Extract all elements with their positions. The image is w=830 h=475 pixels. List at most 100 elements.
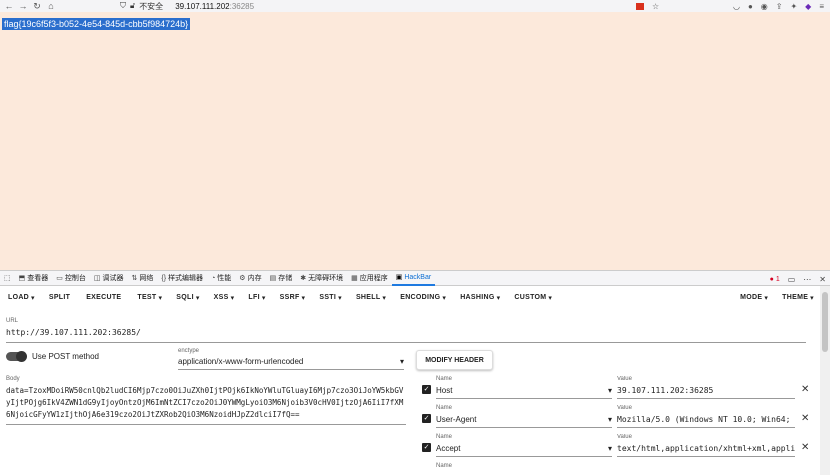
header-name-label: Name [436,463,453,469]
menu-icon[interactable]: ≡ [819,2,824,11]
remove-header-icon[interactable]: ✕ [801,384,809,395]
url-label: URL [6,318,19,324]
modify-header-button[interactable]: MODIFY HEADER [416,350,493,370]
tab-label: 应用程序 [359,275,388,282]
checkbox-icon[interactable]: ✓ [422,443,431,452]
dropdown-arrow-icon: ▾ [496,295,501,302]
tab-label: 无障碍环境 [308,275,344,282]
dropdown-arrow-icon: ▾ [399,357,404,366]
tab-label: 性能 [217,275,232,282]
lock-warning-icon[interactable]: 🔓︎ [130,1,135,11]
scrollbar[interactable] [820,286,830,475]
menu-split[interactable]: SPLIT [41,294,78,302]
header-name-select[interactable]: Name Host ▾ [436,376,612,399]
pick-element-icon[interactable]: ⬚ [0,270,15,286]
hackbar-menu: LOAD ▾ SPLIT EXECUTE TEST ▾ SQLI ▾ XSS ▾ LFI ▾… [0,286,820,310]
tab-label: 网络 [139,275,154,282]
menu-execute[interactable]: EXECUTE [78,294,129,302]
close-devtools-icon[interactable]: ✕ [819,275,826,284]
more-options-icon[interactable]: ⋯ [803,275,811,284]
header-name-select[interactable]: Name [436,463,612,469]
scrollbar-thumb[interactable] [822,292,828,352]
dropdown-arrow-icon: ▾ [382,295,387,302]
header-name-label: Name [436,376,453,382]
dropdown-arrow-icon: ▾ [261,295,266,302]
tab-application[interactable]: ▦ 应用程序 [347,270,392,286]
header-value-label: Value [617,434,632,440]
enctype-select[interactable]: enctype application/x-www-form-urlencode… [178,348,404,370]
security-label: 不安全 [139,1,164,11]
post-method-toggle[interactable] [6,351,27,362]
storage-icon: ▤ [269,275,277,282]
body-field[interactable]: Body data=TzoxMDoiRW50cnlQb2ludCI6Mjp7cz… [6,376,406,425]
body-label: Body [6,376,20,382]
tab-hackbar[interactable]: ▣ HackBar [391,270,436,286]
devtools-tabbar: ⬚ ⬒ 查看器 ▭ 控制台 ◫ 调试器 ⇅ 网络 {} 样式编辑器 ◔ 性能 ⚙ 内存 ▤ 存储… [0,270,830,286]
dropdown-arrow-icon: ▾ [31,295,35,302]
header-name-select[interactable]: Name User-Agent ▾ [436,405,612,428]
dropdown-arrow-icon: ▾ [810,295,814,302]
url-input[interactable]: http://39.107.111.202:36285/ [6,328,806,337]
tab-network[interactable]: ⇅ 网络 [128,270,158,286]
dock-icon[interactable]: ▭ [788,275,796,284]
body-textarea[interactable]: data=TzoxMDoiRW50cnlQb2ludCI6Mjp7czo0OiJ… [6,385,406,421]
address-bar[interactable]: ⛉ 🔓︎ 不安全 39.107.111.202:36285 [120,0,254,12]
home-icon[interactable]: ⌂ [44,0,58,12]
puzzle-icon[interactable]: ✦ [790,2,797,11]
header-value: Mozilla/5.0 (Windows NT 10.0; Win64; x64… [617,415,795,428]
account-icon[interactable]: ◉ [761,2,768,11]
menu-encoding[interactable]: ENCODING [392,294,448,302]
dropdown-arrow-icon: ▾ [607,444,612,453]
console-icon: ▭ [56,275,63,282]
purple-extension-icon[interactable]: ◆ [805,2,811,11]
header-name-label: Name [436,405,453,411]
tab-memory[interactable]: ⚙ 内存 [235,270,265,286]
header-value-input[interactable]: Value 39.107.111.202:36285 [617,376,795,399]
back-arrow-icon[interactable]: ← [2,0,16,12]
debugger-icon: ◫ [93,275,101,282]
url-underline [6,342,806,343]
network-icon: ⇅ [131,275,138,282]
dropdown-arrow-icon: ▾ [338,295,342,302]
checkbox-icon[interactable]: ✓ [422,385,431,394]
menu-hashing[interactable]: HASHING [452,294,502,302]
share-icon[interactable]: ⇪ [776,2,783,11]
tab-inspector[interactable]: ⬒ 查看器 [15,270,53,286]
tab-style-editor[interactable]: {} 样式编辑器 [157,270,207,286]
checkbox-icon[interactable]: ✓ [422,414,431,423]
dropdown-arrow-icon: ▾ [195,295,200,302]
pocket-icon[interactable]: ◡ [733,2,740,11]
performance-icon: ◔ [211,274,216,282]
page-content: flag{19c6f5f3-b052-4e54-845d-cbb5f984724… [0,12,830,270]
error-badge[interactable]: ● 1 [770,276,780,283]
url-field[interactable]: URL http://39.107.111.202:36285/ [6,318,806,343]
tab-console[interactable]: ▭ 控制台 [52,270,90,286]
menu-custom[interactable]: CUSTOM [506,294,554,302]
header-value-input[interactable]: Value text/html,application/xhtml+xml,ap… [617,434,795,457]
extension-icon[interactable]: ● [748,2,753,11]
hackbar-icon: ▣ [395,274,403,281]
extension-red-icon[interactable] [636,3,644,10]
bookmark-star-icon[interactable]: ☆ [652,2,659,11]
tab-accessibility[interactable]: ✱ 无障碍环境 [296,270,347,286]
remove-header-icon[interactable]: ✕ [801,442,809,453]
remove-header-icon[interactable]: ✕ [801,413,809,424]
header-row: ✓ Name User-Agent ▾ Value Mozilla/5.0 (Wi… [420,405,820,434]
dropdown-arrow-icon: ▾ [158,295,163,302]
tab-debugger[interactable]: ◫ 调试器 [90,270,128,286]
shield-icon[interactable]: ⛉ [120,1,126,11]
browser-toolbar: ← → ↻ ⌂ ⛉ 🔓︎ 不安全 39.107.111.202:36285 ☆ … [0,0,830,12]
header-name-select[interactable]: Name Accept ▾ [436,434,612,457]
hackbar-menu-right: MODE ▾ THEME ▾ [732,294,820,302]
dropdown-arrow-icon: ▾ [764,295,769,302]
tab-storage[interactable]: ▤ 存储 [266,270,297,286]
tab-label: 查看器 [27,275,49,282]
header-name-value: User-Agent [436,415,477,424]
reload-icon[interactable]: ↻ [30,0,44,12]
header-name-value: Accept [436,444,461,453]
tab-performance[interactable]: ◔ 性能 [207,270,235,286]
forward-arrow-icon[interactable]: → [16,0,30,12]
header-row: Name [420,463,820,475]
enctype-label: enctype [178,348,200,354]
header-value-input[interactable]: Value Mozilla/5.0 (Windows NT 10.0; Win6… [617,405,795,428]
